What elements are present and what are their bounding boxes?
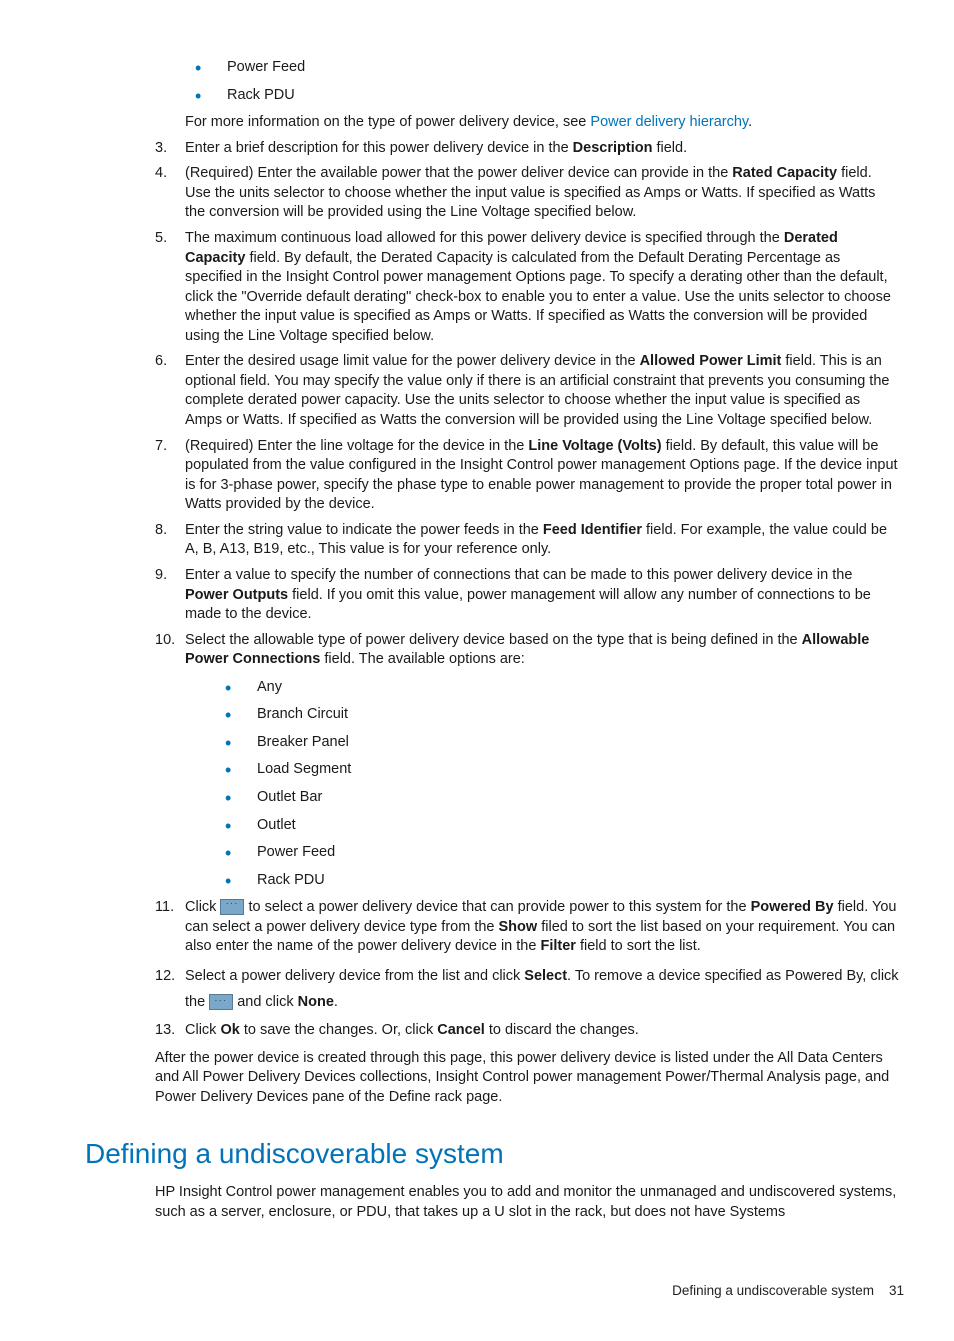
field-name: Filter <box>540 938 575 954</box>
section-heading: Defining a undiscoverable system <box>85 1135 899 1173</box>
list-item: Any <box>225 678 899 698</box>
step-4: (Required) Enter the available power tha… <box>155 164 899 223</box>
text: Select a power delivery device from the … <box>185 968 524 984</box>
list-item: Power Feed <box>225 843 899 863</box>
text: field to sort the list. <box>576 938 701 954</box>
text: Enter a value to specify the number of c… <box>185 567 852 583</box>
step-6: Enter the desired usage limit value for … <box>155 352 899 430</box>
section-paragraph: HP Insight Control power management enab… <box>155 1183 899 1222</box>
field-name: Allowed Power Limit <box>640 353 782 369</box>
text: Click <box>185 899 220 915</box>
text: Enter a brief description for this power… <box>185 140 573 156</box>
text: to discard the changes. <box>485 1022 639 1038</box>
field-name: Powered By <box>751 899 834 915</box>
text: (Required) Enter the line voltage for th… <box>185 438 528 454</box>
step-12: Select a power delivery device from the … <box>155 963 899 1015</box>
field-name: Power Outputs <box>185 587 288 603</box>
field-name: Select <box>524 968 567 984</box>
list-item: Rack PDU <box>225 871 899 891</box>
list-item: Load Segment <box>225 760 899 780</box>
list-item: Power Feed <box>195 58 899 78</box>
text: Click <box>185 1022 220 1038</box>
footer-title: Defining a undiscoverable system <box>672 1283 874 1298</box>
text: field. <box>652 140 687 156</box>
list-item: Rack PDU <box>195 86 899 106</box>
step-3: Enter a brief description for this power… <box>155 139 899 159</box>
text: . <box>334 994 338 1010</box>
text: Enter the desired usage limit value for … <box>185 353 640 369</box>
steps-list: Enter a brief description for this power… <box>155 139 899 1041</box>
text: Enter the string value to indicate the p… <box>185 522 543 538</box>
text: field. By default, the Derated Capacity … <box>185 250 891 344</box>
after-paragraph: After the power device is created throug… <box>155 1049 899 1108</box>
text: and click <box>233 994 297 1010</box>
page-footer: Defining a undiscoverable system 31 <box>50 1282 904 1300</box>
text: field. The available options are: <box>320 651 524 667</box>
info-line: For more information on the type of powe… <box>185 113 899 133</box>
top-bullet-list: Power Feed Rack PDU <box>155 58 899 105</box>
browse-icon <box>209 994 233 1010</box>
list-item: Branch Circuit <box>225 705 899 725</box>
text: to select a power delivery device that c… <box>244 899 750 915</box>
text: field. If you omit this value, power man… <box>185 587 871 623</box>
field-name: Rated Capacity <box>732 165 837 181</box>
text: The maximum continuous load allowed for … <box>185 230 784 246</box>
field-name: Feed Identifier <box>543 522 642 538</box>
field-name: Line Voltage (Volts) <box>528 438 661 454</box>
step-9: Enter a value to specify the number of c… <box>155 566 899 625</box>
list-item: Outlet <box>225 816 899 836</box>
list-item: Breaker Panel <box>225 733 899 753</box>
text: . <box>748 114 752 130</box>
page-number: 31 <box>889 1283 904 1298</box>
text: Select the allowable type of power deliv… <box>185 632 802 648</box>
field-name: Cancel <box>437 1022 485 1038</box>
field-name: Description <box>573 140 653 156</box>
browse-icon <box>220 899 244 915</box>
field-name: None <box>298 994 334 1010</box>
step-7: (Required) Enter the line voltage for th… <box>155 437 899 515</box>
step-10: Select the allowable type of power deliv… <box>155 631 899 891</box>
power-delivery-hierarchy-link[interactable]: Power delivery hierarchy <box>590 114 748 130</box>
options-list: Any Branch Circuit Breaker Panel Load Se… <box>185 678 899 891</box>
document-body: Power Feed Rack PDU For more information… <box>155 58 899 1222</box>
step-13: Click Ok to save the changes. Or, click … <box>155 1021 899 1041</box>
field-name: Show <box>499 919 538 935</box>
text: (Required) Enter the available power tha… <box>185 165 732 181</box>
text: For more information on the type of powe… <box>185 114 590 130</box>
step-8: Enter the string value to indicate the p… <box>155 521 899 560</box>
field-name: Ok <box>220 1022 239 1038</box>
step-5: The maximum continuous load allowed for … <box>155 229 899 346</box>
list-item: Outlet Bar <box>225 788 899 808</box>
text: to save the changes. Or, click <box>240 1022 437 1038</box>
step-11: Click to select a power delivery device … <box>155 898 899 957</box>
